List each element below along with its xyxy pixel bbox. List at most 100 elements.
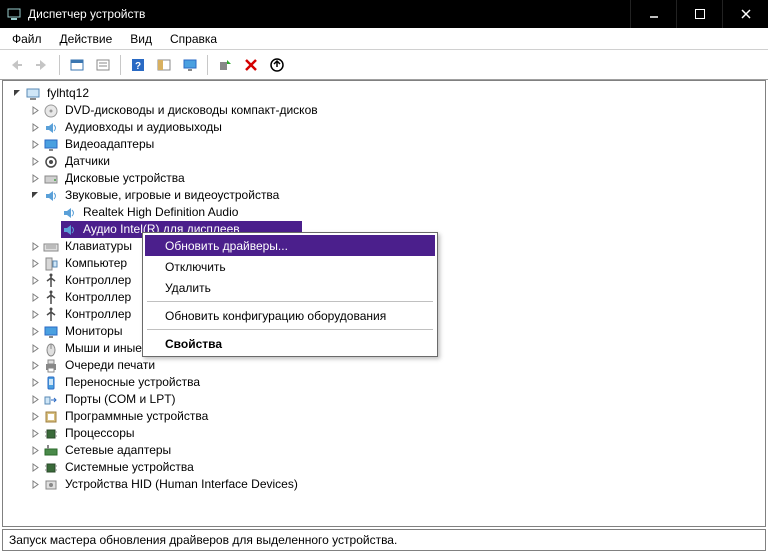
tree-item[interactable]: Звуковые, игровые и видеоустройства bbox=[11, 187, 759, 204]
tree-item[interactable]: Сетевые адаптеры bbox=[11, 442, 759, 459]
tree-item-label: Сетевые адаптеры bbox=[63, 442, 173, 459]
tree-item-label: Видеоадаптеры bbox=[63, 136, 156, 153]
scan-hardware-button[interactable] bbox=[213, 53, 237, 77]
tree-item[interactable]: fylhtq12 bbox=[11, 85, 759, 102]
expand-icon[interactable] bbox=[29, 241, 41, 253]
expand-icon[interactable] bbox=[29, 445, 41, 457]
expand-icon[interactable] bbox=[29, 326, 41, 338]
tree-item[interactable]: Realtek High Definition Audio bbox=[11, 204, 759, 221]
minimize-button[interactable] bbox=[630, 0, 676, 28]
expand-icon[interactable] bbox=[29, 122, 41, 134]
menu-action[interactable]: Действие bbox=[52, 30, 121, 48]
monitor-button[interactable] bbox=[178, 53, 202, 77]
display-icon bbox=[43, 137, 59, 153]
show-hidden-button[interactable] bbox=[65, 53, 89, 77]
expand-icon[interactable] bbox=[29, 428, 41, 440]
expand-icon[interactable] bbox=[29, 462, 41, 474]
port-icon bbox=[43, 392, 59, 408]
chip-icon bbox=[43, 426, 59, 442]
tree-item[interactable]: Порты (COM и LPT) bbox=[11, 391, 759, 408]
tree-item[interactable]: Процессоры bbox=[11, 425, 759, 442]
expand-icon[interactable] bbox=[29, 360, 41, 372]
expand-icon bbox=[47, 207, 59, 219]
keyboard-icon bbox=[43, 239, 59, 255]
back-button[interactable] bbox=[4, 53, 28, 77]
menubar: Файл Действие Вид Справка bbox=[0, 28, 768, 50]
context-menu-item[interactable]: Удалить bbox=[145, 277, 435, 298]
menu-view[interactable]: Вид bbox=[122, 30, 160, 48]
speaker-icon bbox=[61, 205, 77, 221]
expand-icon bbox=[47, 224, 59, 236]
usb-icon bbox=[43, 290, 59, 306]
maximize-button[interactable] bbox=[676, 0, 722, 28]
uninstall-button[interactable] bbox=[239, 53, 263, 77]
collapse-icon[interactable] bbox=[29, 190, 41, 202]
tree-item[interactable]: Устройства HID (Human Interface Devices) bbox=[11, 476, 759, 493]
computer-icon bbox=[25, 86, 41, 102]
collapse-icon[interactable] bbox=[11, 88, 23, 100]
toolbar-separator bbox=[120, 55, 121, 75]
expand-icon[interactable] bbox=[29, 479, 41, 491]
statusbar-text: Запуск мастера обновления драйверов для … bbox=[9, 533, 397, 547]
context-menu-item[interactable]: Обновить драйверы... bbox=[145, 235, 435, 256]
tree-item[interactable]: Дисковые устройства bbox=[11, 170, 759, 187]
context-menu-item[interactable]: Отключить bbox=[145, 256, 435, 277]
expand-icon[interactable] bbox=[29, 309, 41, 321]
context-menu-item[interactable]: Обновить конфигурацию оборудования bbox=[145, 305, 435, 326]
tree-item[interactable]: Видеоадаптеры bbox=[11, 136, 759, 153]
tree-item-label: Датчики bbox=[63, 153, 112, 170]
tree-item[interactable]: Аудиовходы и аудиовыходы bbox=[11, 119, 759, 136]
expand-icon[interactable] bbox=[29, 292, 41, 304]
tree-item-label: Переносные устройства bbox=[63, 374, 202, 391]
context-menu: Обновить драйверы...ОтключитьУдалить Обно… bbox=[142, 232, 438, 357]
titlebar: Диспетчер устройств bbox=[0, 0, 768, 28]
net-icon bbox=[43, 443, 59, 459]
sensor-icon bbox=[43, 154, 59, 170]
tree-item[interactable]: Датчики bbox=[11, 153, 759, 170]
tree-item-label: Клавиатуры bbox=[63, 238, 134, 255]
expand-icon[interactable] bbox=[29, 105, 41, 117]
view-button[interactable] bbox=[152, 53, 176, 77]
audio-icon bbox=[43, 188, 59, 204]
expand-icon[interactable] bbox=[29, 394, 41, 406]
expand-icon[interactable] bbox=[29, 258, 41, 270]
help-button[interactable]: ? bbox=[126, 53, 150, 77]
expand-icon[interactable] bbox=[29, 411, 41, 423]
tree-item-label: Realtek High Definition Audio bbox=[81, 204, 240, 221]
menu-file[interactable]: Файл bbox=[4, 30, 50, 48]
toolbar: ? bbox=[0, 50, 768, 80]
expand-icon[interactable] bbox=[29, 173, 41, 185]
expand-icon[interactable] bbox=[29, 139, 41, 151]
tree-item-label: Системные устройства bbox=[63, 459, 196, 476]
context-menu-separator bbox=[147, 329, 433, 330]
portable-icon bbox=[43, 375, 59, 391]
tree-item[interactable]: Системные устройства bbox=[11, 459, 759, 476]
tree-item[interactable]: DVD-дисководы и дисководы компакт-дисков bbox=[11, 102, 759, 119]
tree-item-label: fylhtq12 bbox=[45, 85, 91, 102]
mouse-icon bbox=[43, 341, 59, 357]
pc-icon bbox=[43, 256, 59, 272]
close-button[interactable] bbox=[722, 0, 768, 28]
context-menu-item[interactable]: Свойства bbox=[145, 333, 435, 354]
display-icon bbox=[43, 324, 59, 340]
usb-icon bbox=[43, 307, 59, 323]
tree-item[interactable]: Очереди печати bbox=[11, 357, 759, 374]
tree-item-label: Контроллер bbox=[63, 272, 133, 289]
tree-item-label: DVD-дисководы и дисководы компакт-дисков bbox=[63, 102, 320, 119]
toolbar-separator bbox=[207, 55, 208, 75]
update-driver-button[interactable] bbox=[265, 53, 289, 77]
expand-icon[interactable] bbox=[29, 343, 41, 355]
tree-item-label: Контроллер bbox=[63, 289, 133, 306]
tree-item-label: Устройства HID (Human Interface Devices) bbox=[63, 476, 300, 493]
expand-icon[interactable] bbox=[29, 156, 41, 168]
tree-item[interactable]: Переносные устройства bbox=[11, 374, 759, 391]
audio-icon bbox=[43, 120, 59, 136]
tree-item[interactable]: Программные устройства bbox=[11, 408, 759, 425]
soft-icon bbox=[43, 409, 59, 425]
menu-help[interactable]: Справка bbox=[162, 30, 225, 48]
hid-icon bbox=[43, 477, 59, 493]
properties-button[interactable] bbox=[91, 53, 115, 77]
expand-icon[interactable] bbox=[29, 275, 41, 287]
forward-button[interactable] bbox=[30, 53, 54, 77]
expand-icon[interactable] bbox=[29, 377, 41, 389]
